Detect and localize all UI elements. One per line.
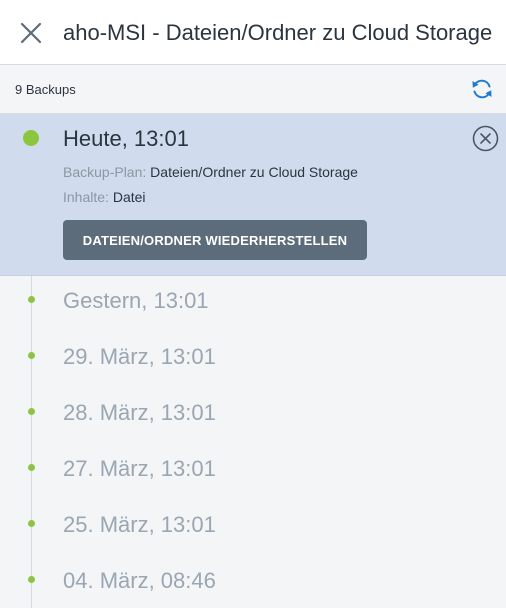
backup-date: 28. März, 13:01 bbox=[63, 400, 216, 425]
selected-backup-date: Heute, 13:01 bbox=[63, 126, 189, 151]
backup-plan-row: Backup-Plan: Dateien/Ordner zu Cloud Sto… bbox=[63, 164, 358, 180]
toolbar: 9 Backups bbox=[0, 65, 506, 114]
backup-item[interactable]: 25. März, 13:01 bbox=[0, 500, 506, 556]
timeline-dot bbox=[28, 352, 35, 359]
timeline-dot bbox=[28, 296, 35, 303]
timeline-dot bbox=[28, 464, 35, 471]
timeline-dot bbox=[28, 520, 35, 527]
backup-item[interactable]: Gestern, 13:01 bbox=[0, 276, 506, 332]
timeline-dot bbox=[23, 130, 39, 146]
restore-files-button[interactable]: DATEIEN/ORDNER WIEDERHERSTELLEN bbox=[63, 220, 367, 260]
backup-item[interactable]: 27. März, 13:01 bbox=[0, 444, 506, 500]
timeline-dot bbox=[28, 408, 35, 415]
backup-plan-label: Backup-Plan: bbox=[63, 164, 147, 180]
backup-date: 25. März, 13:01 bbox=[63, 512, 216, 537]
contents-row: Inhalte: Datei bbox=[63, 189, 146, 205]
backup-date: Gestern, 13:01 bbox=[63, 288, 209, 313]
backup-date: 04. März, 08:46 bbox=[63, 568, 216, 593]
backup-item[interactable]: 29. März, 13:01 bbox=[0, 332, 506, 388]
header: aho-MSI - Dateien/Ordner zu Cloud Storag… bbox=[0, 0, 506, 65]
backup-count: 9 Backups bbox=[15, 82, 76, 97]
close-circle-icon[interactable] bbox=[472, 125, 499, 152]
page-title: aho-MSI - Dateien/Ordner zu Cloud Storag… bbox=[63, 20, 493, 45]
timeline-dot bbox=[28, 576, 35, 583]
backup-list: Heute, 13:01 Backup-Plan: Dateien/Ordner… bbox=[0, 114, 506, 608]
selected-backup[interactable]: Heute, 13:01 Backup-Plan: Dateien/Ordner… bbox=[0, 114, 506, 276]
contents-value: Datei bbox=[112, 189, 146, 205]
close-icon[interactable] bbox=[18, 20, 44, 46]
backup-plan-value: Dateien/Ordner zu Cloud Storage bbox=[150, 164, 358, 180]
refresh-icon[interactable] bbox=[470, 78, 494, 100]
backup-item[interactable]: 04. März, 08:46 bbox=[0, 556, 506, 608]
contents-label: Inhalte: bbox=[63, 189, 109, 205]
backup-date: 29. März, 13:01 bbox=[63, 344, 216, 369]
backup-item[interactable]: 28. März, 13:01 bbox=[0, 388, 506, 444]
backup-date: 27. März, 13:01 bbox=[63, 456, 216, 481]
